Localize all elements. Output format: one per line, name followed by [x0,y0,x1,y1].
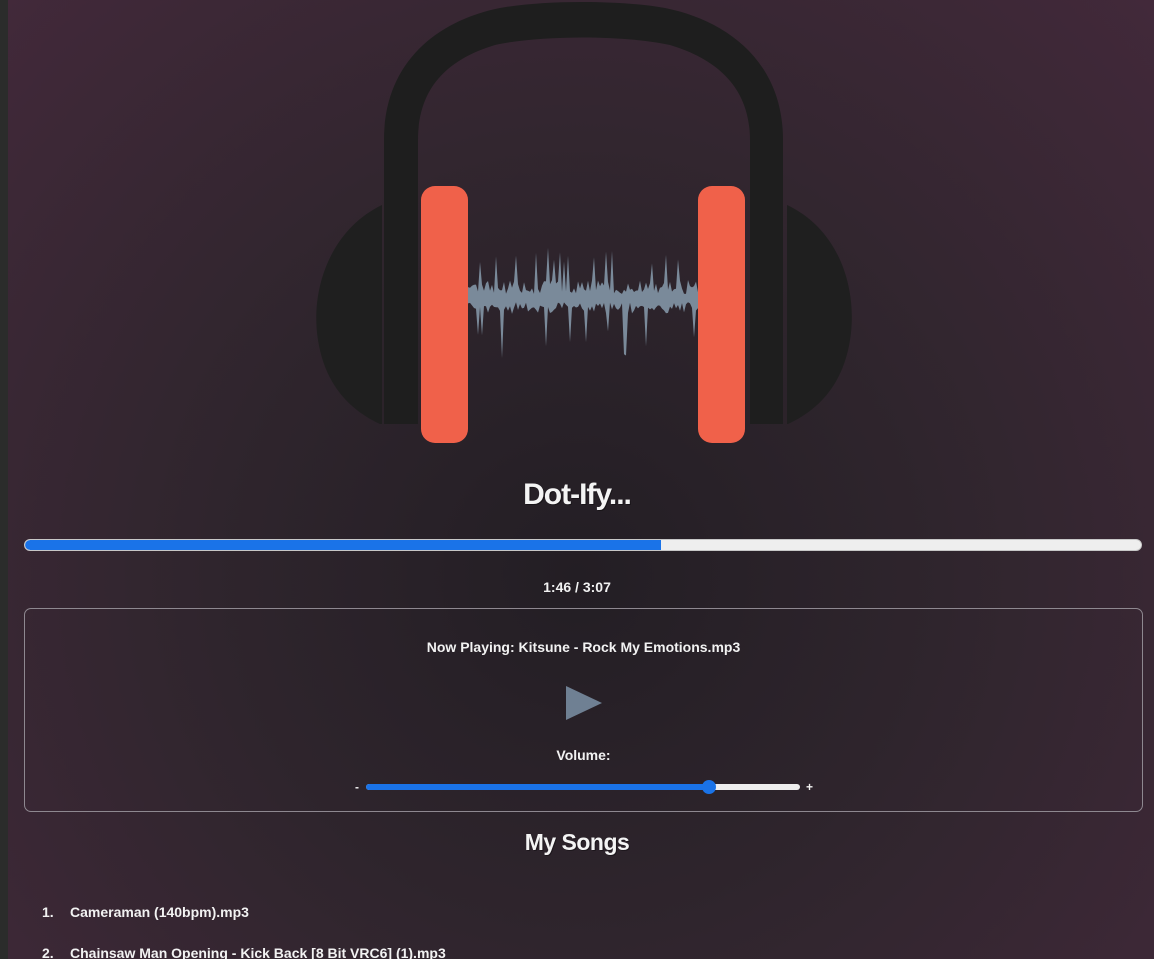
volume-slider-fill [366,784,709,790]
headphones-icon [316,2,852,443]
headphones-logo [310,0,855,450]
play-icon[interactable] [564,684,604,724]
player-panel: Now Playing: Kitsune - Rock My Emotions.… [24,608,1143,812]
songs-heading: My Songs [524,829,630,855]
play-button[interactable] [564,684,604,724]
song-list-item[interactable]: 1. Cameraman (140bpm).mp3 [0,900,1154,941]
seek-bar[interactable] [24,539,1142,551]
app-title: Dot-Ify... [523,478,632,511]
time-readout: 1:46 / 3:07 [543,579,611,595]
song-title[interactable]: Cameraman (140bpm).mp3 [70,904,249,920]
song-list-item[interactable]: 2. Chainsaw Man Opening - Kick Back [8 B… [0,941,1154,959]
waveform-graphic [468,247,698,359]
song-number: 2. [42,945,54,959]
song-list: 1. Cameraman (140bpm).mp3 2. Chainsaw Ma… [0,900,1154,959]
now-playing-label: Now Playing: Kitsune - Rock My Emotions.… [426,639,741,655]
volume-slider-thumb[interactable] [701,780,716,794]
waveform-shape [468,247,698,359]
song-title[interactable]: Chainsaw Man Opening - Kick Back [8 Bit … [70,945,446,959]
volume-label: Volume: [556,747,611,763]
volume-max-label: + [806,780,814,794]
song-number: 1. [42,904,54,920]
volume-min-label: - [355,780,359,794]
volume-slider[interactable] [366,780,800,794]
seek-bar-fill [25,540,662,550]
